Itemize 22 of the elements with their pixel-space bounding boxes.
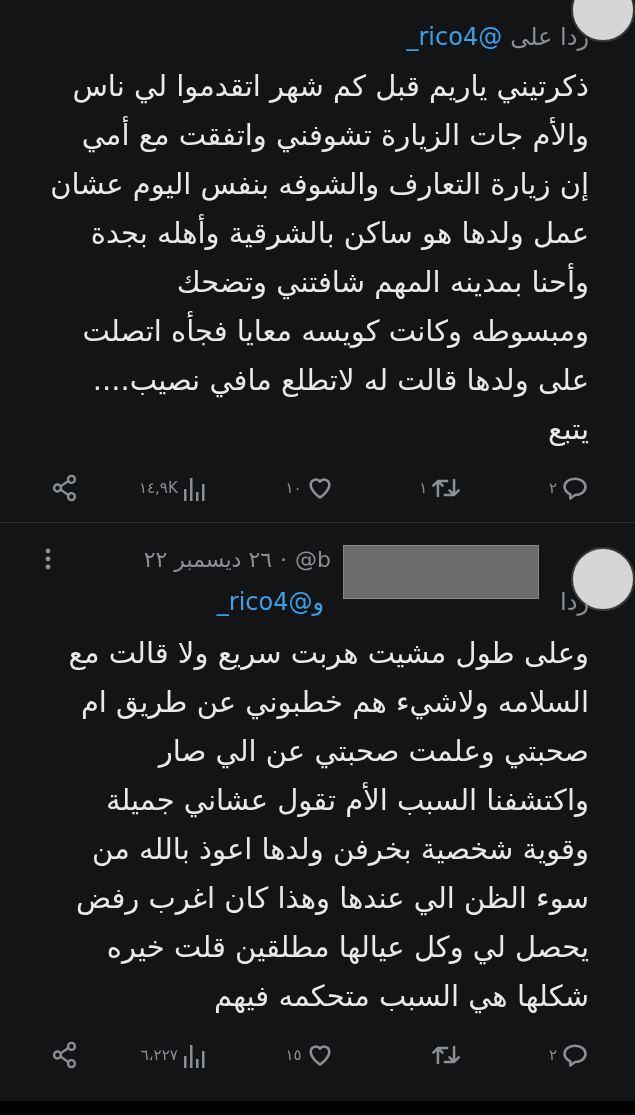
like-count: ١٠: [285, 477, 302, 499]
views-count: ٦،٢٢٧: [140, 1044, 178, 1066]
mention-link[interactable]: @rico4_: [406, 19, 503, 55]
tweet-date: ٢٦ ديسمبر ٢٢: [143, 545, 273, 574]
more-icon[interactable]: [44, 547, 52, 571]
comment-icon: [561, 1041, 589, 1069]
bar-chart-icon: [181, 475, 206, 501]
separator: ·: [280, 545, 288, 574]
handle[interactable]: @b: [295, 542, 331, 576]
reply-count: ٢: [548, 1044, 557, 1066]
share-icon[interactable]: [52, 1041, 78, 1069]
views-count: ١٤,٩K: [138, 477, 178, 499]
share-icon[interactable]: [52, 474, 78, 502]
comment-icon: [561, 474, 589, 502]
retweet-count: ١: [419, 477, 428, 499]
reply-label: ردا: [560, 587, 589, 618]
reply-count: ٢: [548, 477, 557, 499]
tweet-text: ذكرتيني ياريم قبل كم شهر اتقدموا لي ناس والأم جات الزيارة تشوفني واتفقت مع أمي إن زيارة التعارف والشوفه بنفس اليوم عشان عمل ولدها هو ساكن بالشرقية وأهله بجدة وأحنا بمدينه المهم شافتني وتضحك ومبسوطه وكانت كويسه معايا فجأه اتصلت على ولدها قالت له لاتطلع مافي نصيب.... يتبع: [49, 68, 589, 448]
reply-label: ردا على: [510, 22, 589, 53]
tweet-text: وعلى طول مشيت هربت سريع ولا قالت مع السلامه ولاشيء هم خطبوني عن طريق ام صحبتي وعلمت صحبتي عن الي صار واكتشفنا السبب الأم تقول عشاني جميلة وقوية شخصية بخرفن ولدها اعوذ بالله من سوء الظن الي عندها وهذا كان اغرب رفض يحصل لي وكل عيالها مطلقين قلت خيره شكلها هي السبب متحكمه فيهم: [67, 635, 589, 1016]
bar-chart-icon: [181, 1042, 206, 1068]
like-count: ١٥: [285, 1044, 302, 1066]
